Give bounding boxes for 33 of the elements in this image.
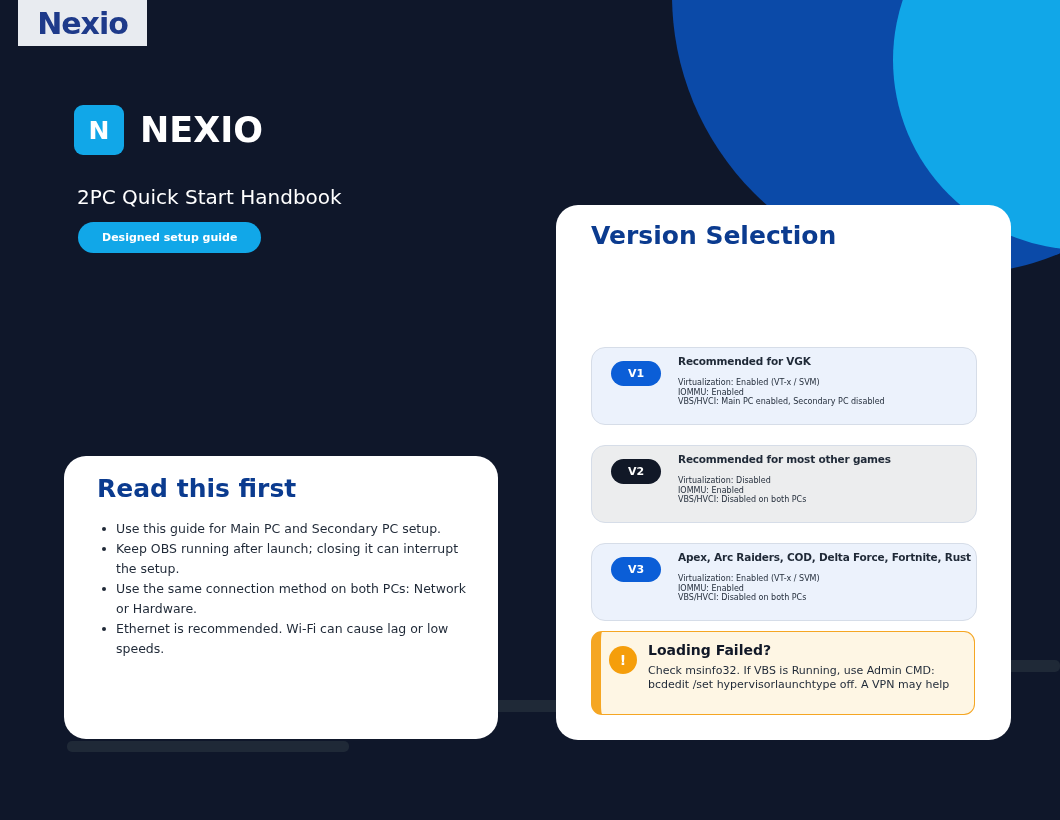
setting-line: IOMMU: Enabled (678, 485, 745, 495)
version-title: Recommended for VGK (678, 355, 812, 367)
setting-line: VBS/HVCI: Main PC enabled, Secondary PC disabled (678, 397, 885, 407)
version-badge: V1 (611, 361, 661, 386)
brand-name: NEXIO (140, 110, 263, 150)
subtitle: 2PC Quick Start Handbook (77, 185, 343, 209)
setting-line: Virtualization: Enabled (VT-x / SVM) (678, 378, 821, 388)
warning-text: Check msinfo32. If VBS is Running, use Admin CMD: bcdedit /set hypervisorlaunchtype off. A VPN may help (648, 664, 951, 692)
logo: Nexio (18, 0, 147, 46)
setting-line: Virtualization: Disabled (678, 476, 772, 486)
version-title: Apex, Arc Raiders, COD, Delta Force, Fortnite, Rust (678, 551, 971, 563)
setting-line: VBS/HVCI: Disabled on both PCs (678, 593, 808, 603)
warning-title: Loading Failed? (648, 642, 773, 658)
setting-line: IOMMU: Enabled (678, 387, 745, 397)
version-badge: V3 (611, 557, 661, 582)
version-title: Recommended for most other games (678, 453, 891, 465)
bullet-icon (102, 547, 106, 551)
bullet-icon (102, 587, 106, 591)
version-badge: V2 (611, 459, 661, 484)
tag-pill: Designed setup guide (78, 222, 262, 253)
bullet-icon (102, 627, 106, 631)
setting-line: Virtualization: Enabled (VT-x / SVM) (678, 574, 821, 584)
list-item: Use the same connection method on both PCs: Network or Hardware. (116, 580, 467, 618)
card-title: Read this first (97, 474, 298, 503)
brand-mark: N (74, 105, 124, 155)
list-item: Use this guide for Main PC and Secondary PC setup. (116, 520, 442, 538)
card-title: Version Selection (591, 221, 838, 250)
warning-icon: ! (609, 646, 637, 674)
setting-line: VBS/HVCI: Disabled on both PCs (678, 495, 808, 505)
list-item: Keep OBS running after launch; closing it can interrupt the setup. (116, 540, 460, 578)
setting-line: IOMMU: Enabled (678, 583, 745, 593)
list-item: Ethernet is recommended. Wi-Fi can cause lag or low speeds. (116, 620, 450, 658)
bullet-icon (102, 527, 106, 531)
